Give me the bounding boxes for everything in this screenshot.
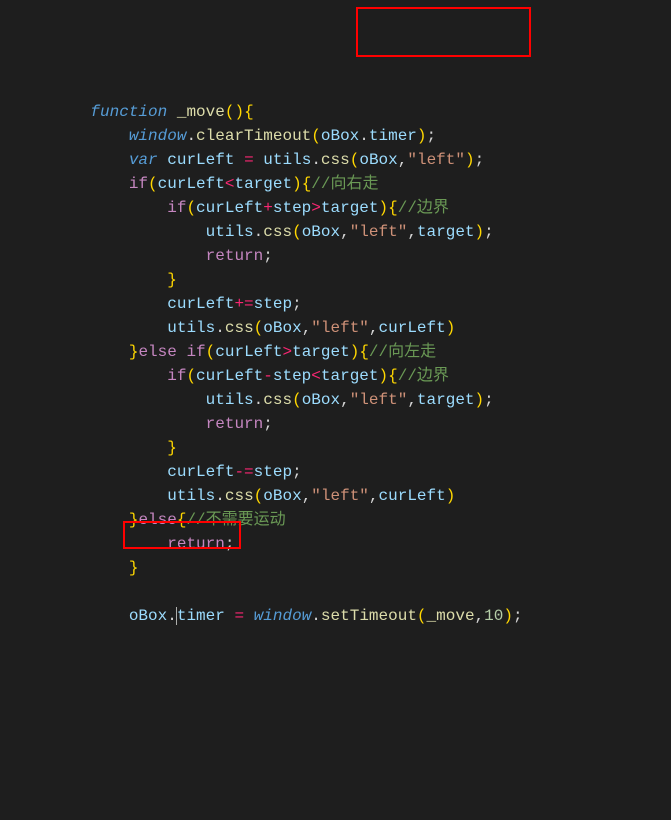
code-line: }: [4, 556, 671, 580]
code-line: return;: [4, 412, 671, 436]
code-line: utils.css(oBox,"left",target);: [4, 220, 671, 244]
code-line: if(curLeft<target){//向右走: [4, 172, 671, 196]
fn-clearTimeout: clearTimeout: [196, 127, 311, 145]
code-line: curLeft-=step;: [4, 460, 671, 484]
code-line: oBox.timer = window.setTimeout(_move,10)…: [4, 604, 671, 628]
keyword-return: return: [206, 247, 264, 265]
fn-setTimeout: setTimeout: [321, 607, 417, 625]
code-editor[interactable]: function _move(){ window.clearTimeout(oB…: [4, 100, 671, 628]
code-line: function _move(){: [4, 100, 671, 124]
code-line: var curLeft = utils.css(oBox,"left");: [4, 148, 671, 172]
keyword-var: var: [129, 151, 158, 169]
code-line: }: [4, 268, 671, 292]
code-line: curLeft+=step;: [4, 292, 671, 316]
comment: //向左走: [369, 343, 436, 361]
keyword-function: function: [90, 103, 167, 121]
code-line: [4, 580, 671, 604]
comment: //边界: [398, 367, 449, 385]
comment: //向右走: [311, 175, 378, 193]
code-line: window.clearTimeout(oBox.timer);: [4, 124, 671, 148]
highlight-box-1: [356, 7, 531, 57]
code-line: utils.css(oBox,"left",curLeft): [4, 316, 671, 340]
code-line: return;: [4, 532, 671, 556]
comment: //不需要运动: [186, 511, 285, 529]
function-name: _move: [177, 103, 225, 121]
code-line: }: [4, 436, 671, 460]
code-line: return;: [4, 244, 671, 268]
code-line: if(curLeft-step<target){//边界: [4, 364, 671, 388]
code-line: utils.css(oBox,"left",curLeft): [4, 484, 671, 508]
code-line: utils.css(oBox,"left",target);: [4, 388, 671, 412]
code-line: }else{//不需要运动: [4, 508, 671, 532]
comment: //边界: [398, 199, 449, 217]
object-window: window: [129, 127, 187, 145]
code-line: }else if(curLeft>target){//向左走: [4, 340, 671, 364]
code-line: if(curLeft+step>target){//边界: [4, 196, 671, 220]
